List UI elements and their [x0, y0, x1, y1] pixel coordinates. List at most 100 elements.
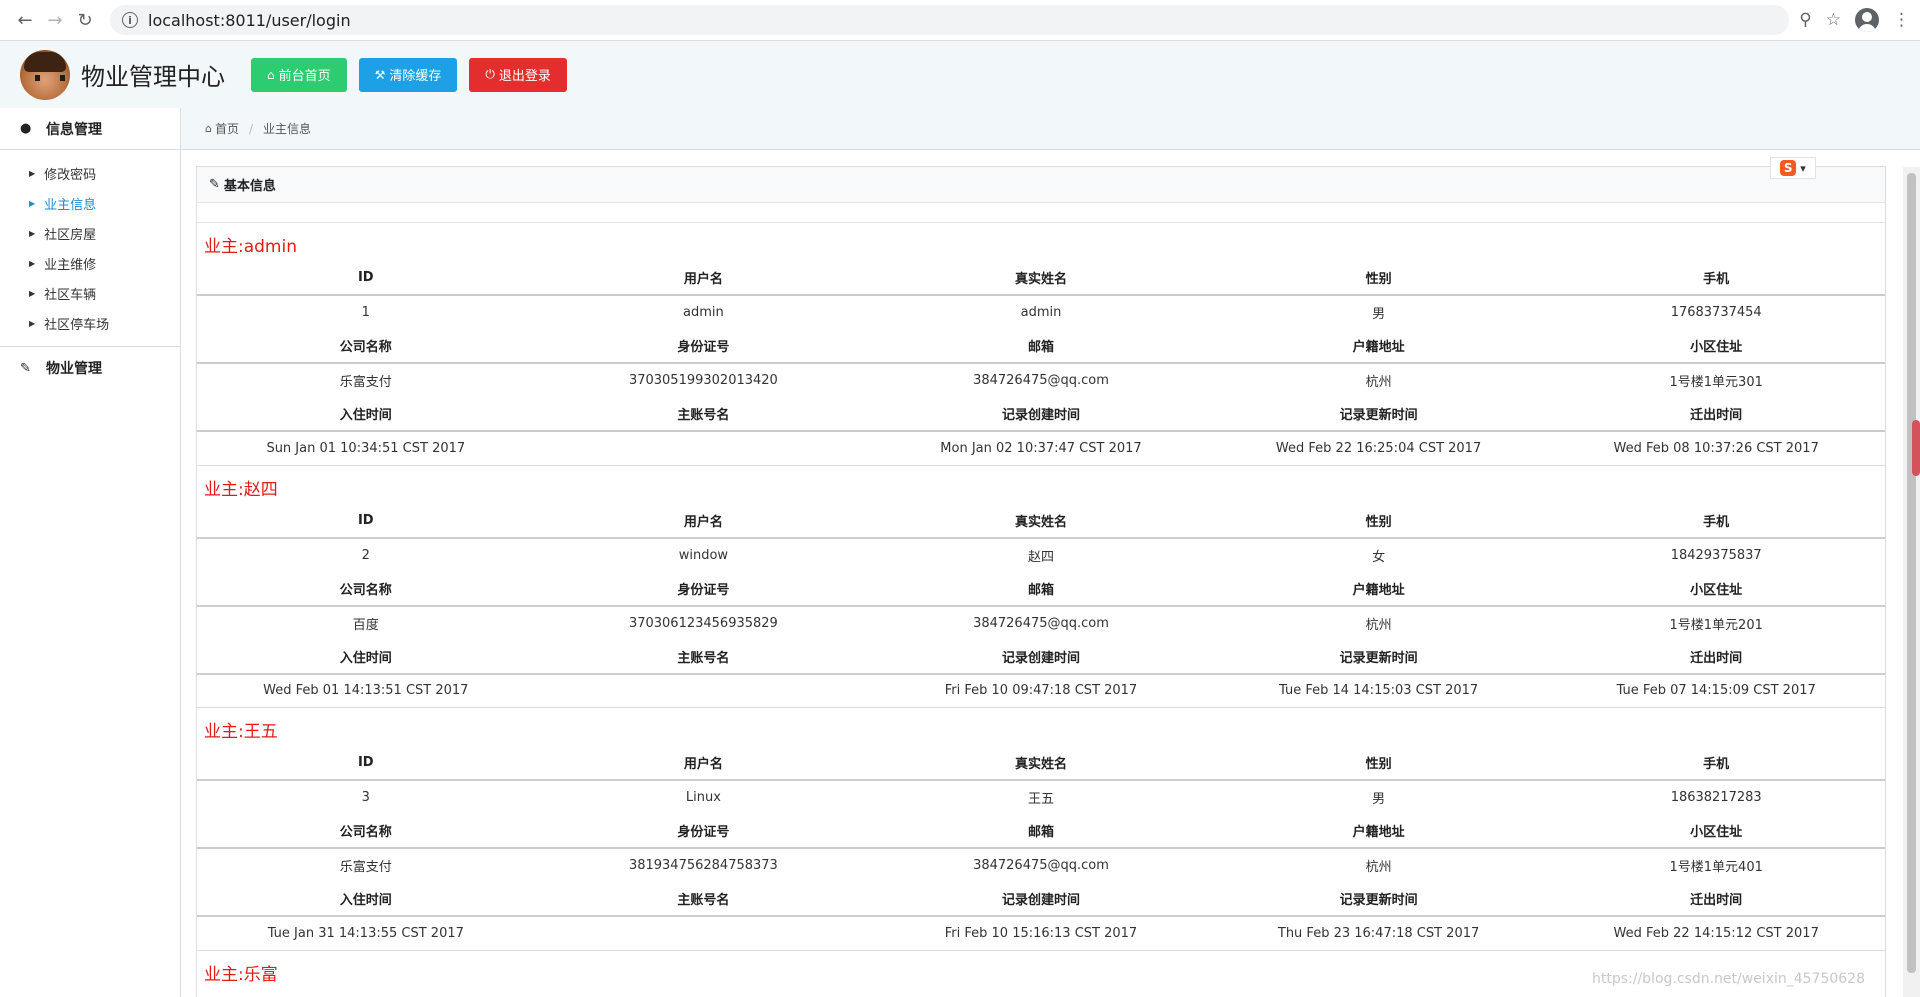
account-icon[interactable]: [1855, 8, 1879, 32]
field-label: 公司名称: [197, 814, 535, 849]
field-value: 17683737454: [1670, 305, 1762, 320]
field-value: 18429375837: [1670, 547, 1762, 563]
chevron-down-icon: ▾: [1800, 161, 1806, 175]
panel-divider: [197, 203, 1885, 223]
field-label: 手机: [1547, 746, 1885, 781]
field-value: 1: [361, 305, 370, 320]
owner-title: 业主:admin: [204, 237, 297, 257]
caret-right-icon: ▶: [29, 258, 36, 268]
field-label: 入住时间: [197, 639, 535, 675]
panel-header: ✎ 基本信息: [197, 167, 1885, 203]
key-icon[interactable]: ⚲: [1799, 10, 1811, 30]
table-header-row: ID 用户名 真实姓名 性别 手机: [197, 261, 1885, 296]
sidebar-group-info[interactable]: ● 信息管理: [0, 108, 180, 150]
logout-button[interactable]: ⏻ 退出登录: [469, 57, 567, 92]
field-value: 381934756284758373: [628, 858, 778, 873]
field-value: [534, 673, 873, 708]
reload-icon[interactable]: ↻: [70, 5, 100, 35]
ime-toolbar[interactable]: S ▾: [1770, 157, 1816, 179]
sidebar-item-vehicles[interactable]: ▶ 社区车辆: [0, 278, 180, 308]
field-label: 邮箱: [872, 814, 1210, 849]
page-scrollbar[interactable]: [1903, 167, 1920, 997]
owner-table: ID 用户名 真实姓名 性别 手机 2 window 赵四 女 18429375837 公司名称 身份…: [197, 503, 1885, 708]
field-label: 记录创建时间: [872, 882, 1210, 917]
field-value: 男: [1372, 792, 1386, 807]
sidebar-item-repairs[interactable]: ▶ 业主维修: [0, 248, 180, 278]
sidebar-item-owner-info[interactable]: ▶ 业主信息: [0, 188, 180, 218]
field-value: 370306123456935829: [628, 615, 778, 631]
home-button[interactable]: ⌂ 前台首页: [251, 57, 347, 92]
field-value: Tue Jan 31 14:13:55 CST 2017: [197, 916, 535, 951]
field-label: 真实姓名: [872, 746, 1210, 781]
edit-icon: ✎: [209, 177, 220, 192]
field-value: 杭州: [1365, 617, 1392, 633]
field-value: 18638217283: [1670, 790, 1762, 805]
field-label: 记录创建时间: [872, 397, 1210, 432]
field-value: Thu Feb 23 16:47:18 CST 2017: [1209, 916, 1548, 951]
field-value: 乐富支付: [339, 375, 392, 390]
field-label: 小区住址: [1547, 814, 1885, 849]
sidebar-item-label: 修改密码: [44, 167, 97, 183]
bookmark-star-icon[interactable]: ☆: [1826, 10, 1841, 30]
table-row: 乐富支付 381934756284758373 384726475@qq.com 杭州…: [197, 848, 1885, 882]
field-label: 入住时间: [197, 882, 535, 917]
field-label: 身份证号: [534, 571, 873, 607]
sidebar-item-change-password[interactable]: ▶ 修改密码: [0, 158, 180, 188]
wrench-icon: ⚒: [374, 67, 386, 82]
sidebar-group-label: 物业管理: [46, 361, 102, 377]
info-panel: ✎ 基本信息 业主:admin ID 用户名 真实姓名 性别 手机 1 admin admin 男…: [196, 166, 1886, 997]
field-value: 乐富支付: [339, 860, 392, 875]
field-value: Tue Feb 07 14:15:09 CST 2017: [1547, 673, 1885, 708]
site-info-icon[interactable]: i: [122, 12, 138, 28]
field-label: 记录更新时间: [1209, 639, 1548, 675]
home-button-label: 前台首页: [278, 69, 331, 84]
table-row: Sun Jan 01 10:34:51 CST 2017 Mon Jan 02 1…: [197, 431, 1885, 466]
clear-cache-button[interactable]: ⚒ 清除缓存: [358, 57, 458, 92]
owner-title: 业主:赵四: [204, 479, 278, 500]
field-value: Wed Feb 22 16:25:04 CST 2017: [1209, 431, 1548, 466]
field-label: 真实姓名: [872, 503, 1210, 539]
edit-icon: ✎: [20, 360, 31, 376]
menu-dots-icon[interactable]: ⋮: [1893, 10, 1910, 30]
field-label: 记录更新时间: [1209, 397, 1548, 432]
sidebar-group-property[interactable]: ✎ 物业管理: [0, 347, 180, 389]
breadcrumb-home[interactable]: 首页: [215, 120, 239, 137]
field-label: ID: [197, 746, 535, 781]
field-label: 户籍地址: [1209, 814, 1548, 849]
field-value: 370305199302013420: [628, 373, 778, 388]
address-bar[interactable]: i localhost:8011/user/login: [110, 5, 1790, 35]
breadcrumb-current: 业主信息: [263, 122, 312, 136]
sidebar-item-houses[interactable]: ▶ 社区房屋: [0, 218, 180, 248]
logout-button-label: 退出登录: [498, 69, 551, 84]
home-icon: ⌂: [205, 122, 212, 135]
field-value: Sun Jan 01 10:34:51 CST 2017: [197, 431, 535, 466]
user-icon: ●: [20, 121, 32, 136]
scroll-indicator[interactable]: [1912, 420, 1920, 476]
avatar: [20, 49, 70, 100]
power-icon: ⏻: [485, 67, 495, 81]
field-value: [534, 431, 873, 466]
field-value: Wed Feb 01 14:13:51 CST 2017: [197, 673, 535, 708]
field-label: 性别: [1209, 261, 1548, 296]
sidebar-item-parking[interactable]: ▶ 社区停车场: [0, 308, 180, 338]
back-icon[interactable]: ←: [10, 5, 40, 35]
breadcrumb: ⌂ 首页 / 业主信息: [181, 108, 1920, 150]
field-label: 性别: [1209, 503, 1548, 539]
field-value: 384726475@qq.com: [973, 615, 1109, 631]
breadcrumb-separator: /: [249, 121, 254, 136]
field-value: Wed Feb 08 10:37:26 CST 2017: [1547, 431, 1885, 466]
forward-icon[interactable]: →: [40, 5, 70, 35]
table-header-row: ID 用户名 真实姓名 性别 手机: [197, 746, 1885, 781]
scrollbar-thumb[interactable]: [1907, 173, 1916, 973]
field-value: Tue Feb 14 14:15:03 CST 2017: [1209, 673, 1548, 708]
sidebar-item-label: 社区停车场: [44, 317, 110, 333]
field-value: 赵四: [1027, 549, 1054, 565]
caret-right-icon: ▶: [29, 318, 36, 328]
owner-title: 业主:王五: [204, 722, 278, 742]
field-label: 公司名称: [197, 571, 535, 607]
field-label: 小区住址: [1547, 329, 1885, 364]
caret-right-icon: ▶: [29, 228, 36, 238]
field-value: 2: [361, 547, 370, 563]
field-label: 身份证号: [534, 329, 873, 364]
field-label: 真实姓名: [872, 261, 1210, 296]
